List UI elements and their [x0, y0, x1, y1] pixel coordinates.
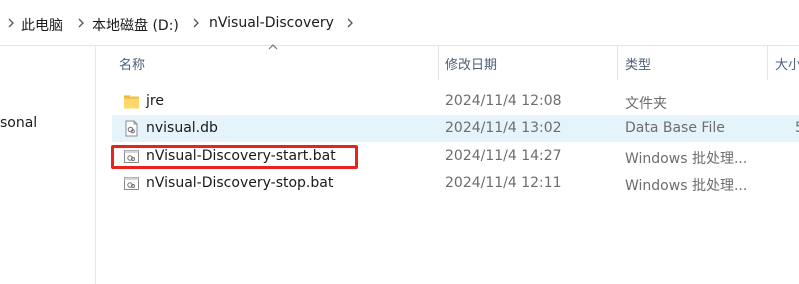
file-date: 2024/11/4 12:11: [445, 175, 562, 191]
file-date: 2024/11/4 13:02: [445, 120, 562, 136]
db-file-icon: [125, 120, 138, 137]
nav-item-personal[interactable]: sonal: [0, 115, 37, 131]
sort-ascending-icon: [268, 44, 278, 50]
column-divider[interactable]: [767, 46, 768, 80]
address-bar[interactable]: 此电脑 本地磁盘 (D:) nVisual-Discovery: [0, 0, 799, 46]
file-row[interactable]: nVisual-Discovery-stop.bat 2024/11/4 12:…: [112, 170, 799, 197]
file-row[interactable]: nvisual.db 2024/11/4 13:02 Data Base Fil…: [112, 115, 799, 142]
chevron-right-icon[interactable]: [7, 18, 15, 28]
breadcrumb-local-disk-d[interactable]: 本地磁盘 (D:): [92, 15, 179, 35]
file-name[interactable]: nVisual-Discovery-stop.bat: [146, 175, 333, 191]
breadcrumb-this-pc[interactable]: 此电脑: [21, 15, 63, 35]
file-name[interactable]: jre: [146, 93, 164, 109]
column-header-size[interactable]: 大小: [775, 54, 799, 73]
file-type: 文件夹: [625, 96, 667, 112]
column-header-date[interactable]: 修改日期: [445, 54, 497, 73]
file-row[interactable]: jre 2024/11/4 12:08 文件夹: [112, 88, 799, 115]
navigation-pane: sonal: [0, 46, 96, 284]
file-date: 2024/11/4 14:27: [445, 148, 562, 164]
column-header-name[interactable]: 名称: [119, 54, 145, 73]
file-name[interactable]: nvisual.db: [146, 120, 218, 136]
column-header-type[interactable]: 类型: [625, 54, 651, 73]
breadcrumb-current-folder[interactable]: nVisual-Discovery: [209, 15, 334, 31]
column-divider[interactable]: [438, 46, 439, 80]
file-type: Windows 批处理...: [625, 178, 748, 194]
chevron-right-icon[interactable]: [346, 18, 354, 28]
column-divider[interactable]: [617, 46, 618, 80]
file-type: Data Base File: [625, 120, 725, 136]
file-date: 2024/11/4 12:08: [445, 93, 562, 109]
bat-file-icon: [124, 177, 139, 190]
folder-icon: [124, 95, 139, 109]
file-size: 5: [795, 120, 799, 136]
annotation-highlight-box: [111, 145, 358, 169]
chevron-right-icon[interactable]: [77, 18, 85, 28]
chevron-right-icon[interactable]: [192, 18, 200, 28]
file-type: Windows 批处理...: [625, 151, 748, 167]
